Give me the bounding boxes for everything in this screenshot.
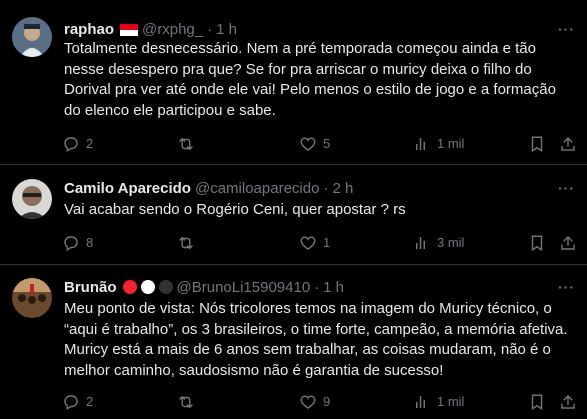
avatar[interactable] [12, 179, 52, 219]
share-button[interactable] [559, 392, 583, 412]
separator-dot: · [207, 20, 213, 38]
views-chart-icon [416, 237, 425, 249]
share-icon [561, 394, 575, 409]
like-button[interactable]: 1 [299, 233, 330, 253]
author-handle[interactable]: @camiloaparecido [195, 180, 319, 197]
reply-feed: raphao @rxphg_ · 1 h ··· Totalmente desn… [0, 0, 587, 419]
views-button[interactable]: 3 mil [413, 233, 464, 253]
repost-button[interactable] [177, 392, 201, 412]
tweet-text: Meu ponto de vista: Nós tricolores temos… [64, 300, 568, 379]
heart-icon [300, 395, 316, 409]
red-circle-icon [122, 280, 137, 294]
tweet-brunao[interactable]: Brunão @BrunoLi15909410 · 1 h ··· Meu po… [0, 265, 587, 419]
separator-dot: · [323, 179, 329, 197]
timestamp[interactable]: 1 h [216, 21, 237, 38]
share-button[interactable] [559, 233, 583, 253]
share-icon [561, 235, 575, 250]
author-handle[interactable]: @rxphg_ [142, 21, 203, 38]
like-button[interactable]: 9 [299, 392, 330, 412]
separator-dot: · [314, 278, 320, 296]
tweet-camilo[interactable]: Camilo Aparecido @camiloaparecido · 2 h … [0, 165, 587, 265]
author-handle[interactable]: @BrunoLi15909410 [177, 279, 311, 296]
reply-icon [64, 236, 78, 252]
avatar[interactable] [12, 17, 52, 57]
like-count: 1 [323, 235, 331, 250]
reply-icon [64, 395, 78, 411]
author-name[interactable]: Camilo Aparecido [64, 180, 191, 197]
reply-count: 2 [86, 394, 94, 409]
tweet-raphao[interactable]: raphao @rxphg_ · 1 h ··· Totalmente desn… [0, 0, 587, 165]
like-count: 5 [323, 136, 331, 151]
action-bar: 8 1 3 mil [62, 233, 577, 253]
views-chart-icon [416, 138, 425, 150]
bookmark-button[interactable] [528, 134, 552, 154]
flag-icon [120, 23, 139, 36]
heart-icon [300, 137, 316, 151]
views-count: 1 mil [437, 394, 465, 409]
tweet-text: Vai acabar sendo o Rogério Ceni, quer ap… [64, 201, 406, 218]
views-count: 1 mil [437, 136, 465, 151]
reply-button[interactable]: 8 [62, 233, 93, 253]
timestamp[interactable]: 1 h [323, 279, 344, 296]
share-icon [561, 136, 575, 151]
black-circle-icon [158, 280, 173, 294]
bookmark-icon [531, 394, 543, 411]
views-count: 3 mil [437, 235, 465, 250]
author-name[interactable]: Brunão [64, 279, 117, 296]
reply-count: 2 [86, 136, 94, 151]
views-chart-icon [416, 396, 425, 408]
more-options-icon[interactable]: ··· [558, 21, 575, 37]
avatar[interactable] [12, 278, 52, 318]
repost-icon [179, 138, 193, 150]
views-button[interactable]: 1 mil [413, 392, 464, 412]
more-options-icon[interactable]: ··· [558, 279, 575, 295]
reply-button[interactable]: 2 [62, 392, 93, 412]
repost-icon [179, 237, 193, 249]
action-bar: 2 9 1 mil [62, 392, 577, 412]
reply-icon [64, 137, 78, 153]
bookmark-button[interactable] [528, 233, 552, 253]
share-button[interactable] [559, 134, 583, 154]
author-name[interactable]: raphao [64, 21, 114, 38]
like-count: 9 [323, 394, 331, 409]
repost-button[interactable] [177, 134, 201, 154]
timestamp[interactable]: 2 h [332, 180, 353, 197]
repost-icon [179, 396, 193, 408]
bookmark-icon [531, 235, 543, 252]
reply-count: 8 [86, 235, 94, 250]
more-options-icon[interactable]: ··· [558, 180, 575, 196]
bookmark-icon [531, 136, 543, 153]
white-circle-icon [140, 280, 155, 294]
action-bar: 2 5 1 mil [62, 134, 577, 154]
like-button[interactable]: 5 [299, 134, 330, 154]
repost-button[interactable] [177, 233, 201, 253]
tweet-text: Totalmente desnecessário. Nem a pré temp… [64, 40, 556, 119]
bookmark-button[interactable] [528, 392, 552, 412]
views-button[interactable]: 1 mil [413, 134, 464, 154]
reply-button[interactable]: 2 [62, 134, 93, 154]
heart-icon [300, 236, 316, 250]
